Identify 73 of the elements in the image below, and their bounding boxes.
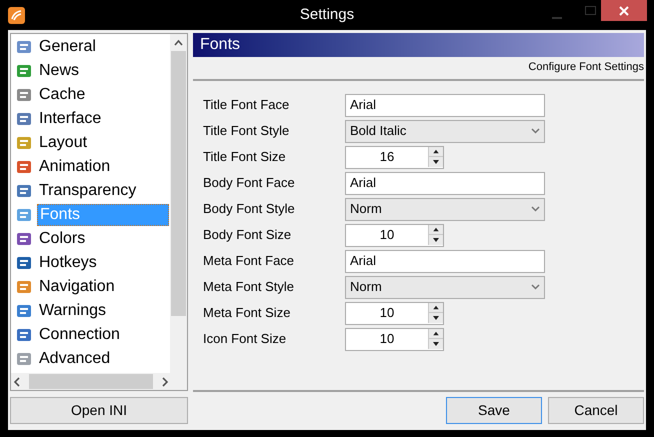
spin-down-icon[interactable] (429, 313, 443, 323)
field-label: Meta Font Size (203, 304, 292, 322)
close-icon (619, 6, 629, 16)
spin-down-icon[interactable] (429, 339, 443, 349)
scroll-thumb[interactable] (171, 51, 186, 316)
item-icon (16, 207, 32, 223)
category-item[interactable]: Transparency (37, 180, 138, 202)
category-item[interactable]: Advanced (37, 348, 112, 370)
dropdown[interactable]: Bold Italic (345, 120, 545, 142)
number-field[interactable]: 10 (345, 328, 444, 350)
category-item[interactable]: Layout (37, 132, 90, 154)
item-icon (16, 159, 32, 175)
item-icon (16, 63, 32, 79)
spin-up-icon[interactable] (429, 225, 443, 235)
horizontal-scrollbar[interactable] (11, 373, 187, 390)
spin-down-icon[interactable] (429, 235, 443, 245)
text-field[interactable]: Arial (345, 94, 545, 116)
dialog-button[interactable]: Save (446, 397, 542, 424)
category-item[interactable]: News (37, 60, 82, 82)
dialog-button[interactable]: Cancel (548, 397, 644, 424)
item-icon (16, 183, 32, 199)
item-icon (16, 231, 32, 247)
item-icon (16, 135, 32, 151)
number-field[interactable]: 10 (345, 224, 444, 246)
item-icon (16, 87, 32, 103)
panel-subtitle: Configure Font Settings (528, 60, 644, 75)
close-button[interactable] (601, 0, 647, 21)
text-field[interactable]: Arial (345, 172, 545, 194)
text-field[interactable]: Arial (345, 250, 545, 272)
field-label: Icon Font Size (203, 330, 288, 348)
spin-down-icon[interactable] (429, 157, 443, 167)
field-label: Body Font Face (203, 174, 296, 192)
spin-up-icon[interactable] (429, 329, 443, 339)
spin-up-icon[interactable] (429, 147, 443, 157)
open-ini-button[interactable]: Open INI (10, 397, 188, 424)
chevron-down-icon (531, 206, 540, 212)
field-label: Meta Font Style (203, 278, 296, 296)
field-label: Title Font Style (203, 122, 290, 140)
category-item[interactable]: Navigation (37, 276, 117, 298)
window-title: Settings (300, 4, 354, 25)
item-icon (16, 327, 32, 343)
chevron-down-icon (531, 128, 540, 134)
item-icon (16, 351, 32, 367)
category-item[interactable]: Animation (37, 156, 112, 178)
panel-header: Fonts (193, 33, 644, 57)
item-icon (16, 111, 32, 127)
spin-up-icon[interactable] (429, 303, 443, 313)
number-field[interactable]: 10 (345, 302, 444, 324)
item-icon (16, 279, 32, 295)
scroll-left-icon[interactable] (13, 376, 21, 386)
category-item[interactable]: Interface (37, 108, 104, 130)
item-icon (16, 255, 32, 271)
category-item[interactable]: General (37, 36, 98, 58)
category-item[interactable]: Cache (37, 84, 88, 106)
number-field[interactable]: 16 (345, 146, 444, 168)
item-icon (16, 303, 32, 319)
scroll-right-icon[interactable] (161, 376, 169, 386)
category-item[interactable]: Hotkeys (37, 252, 99, 274)
category-item[interactable]: Warnings (37, 300, 108, 322)
scroll-thumb[interactable] (29, 374, 153, 389)
item-icon (16, 39, 32, 55)
field-label: Title Font Face (203, 96, 290, 114)
field-label: Meta Font Face (203, 252, 296, 270)
dropdown[interactable]: Norm (345, 198, 545, 220)
category-item[interactable]: Colors (37, 228, 88, 250)
field-label: Title Font Size (203, 148, 287, 166)
app-icon (8, 6, 25, 24)
vertical-scrollbar[interactable] (170, 34, 187, 373)
category-item[interactable]: Connection (37, 324, 122, 346)
dropdown[interactable]: Norm (345, 276, 545, 298)
field-label: Body Font Size (203, 226, 292, 244)
chevron-down-icon (531, 284, 540, 290)
field-label: Body Font Style (203, 200, 296, 218)
